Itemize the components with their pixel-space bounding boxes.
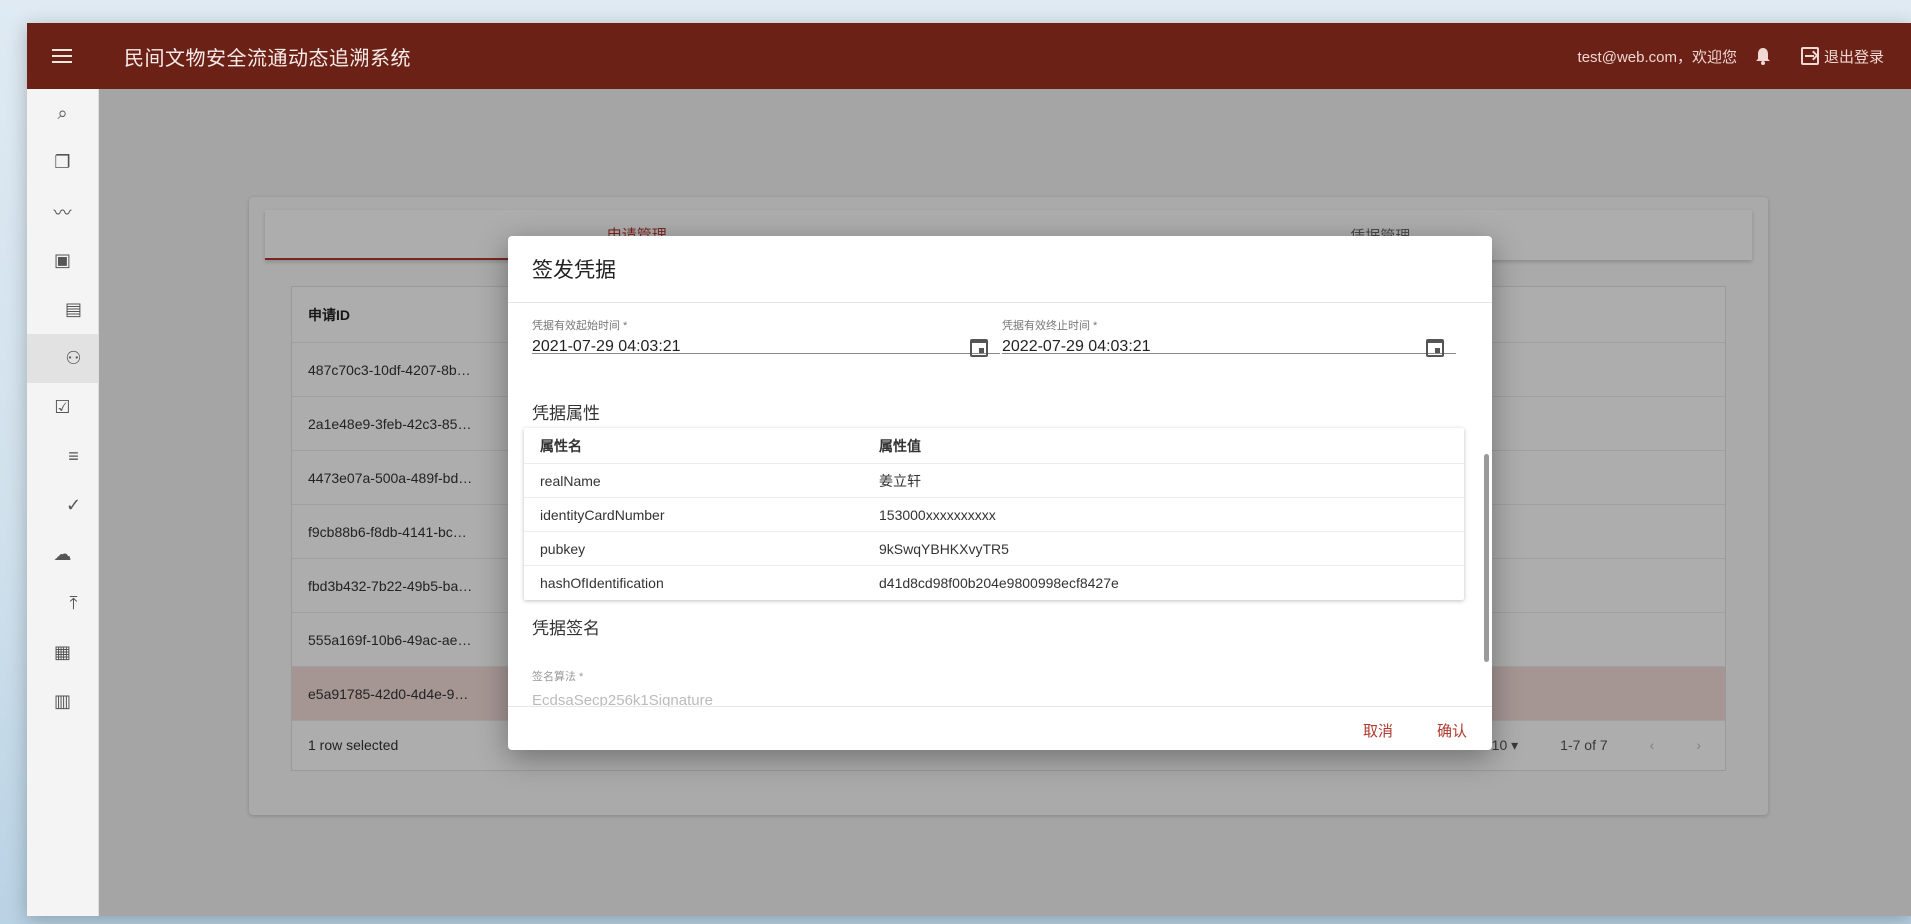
sidebar-item-library[interactable]: ❐ (27, 138, 98, 187)
attribute-row: hashOfIdentification d41d8cd98f00b204e98… (524, 566, 1464, 600)
dialog-scrollbar[interactable] (1484, 454, 1489, 662)
attr-name: identityCardNumber (540, 506, 665, 523)
user-greeting: test@web.com，欢迎您 (1577, 48, 1737, 66)
bell-icon[interactable] (1755, 47, 1771, 65)
logout-label: 退出登录 (1823, 48, 1884, 66)
hamburger-menu-icon[interactable] (52, 49, 72, 63)
sidebar-item-merge[interactable]: ⤒ (27, 579, 98, 628)
logout-icon (1800, 47, 1819, 65)
attributes-header-row: 属性名 属性值 (524, 428, 1464, 464)
column-header-attr-value: 属性值 (879, 437, 921, 454)
end-time-label: 凭据有效终止时间 * (1002, 320, 1098, 332)
attributes-section-title: 凭据属性 (532, 404, 600, 423)
sidebar: ⌕ ❐ 〰 ▣ ▤ ⚇ ☑ ≡ ✓ ☁ ⤒ ▦ ▥ (27, 89, 99, 916)
attr-name: pubkey (540, 540, 586, 557)
grid-icon: ▦ (53, 642, 71, 662)
app-window: 民间文物安全流通动态追溯系统 test@web.com，欢迎您 退出登录 ⌕ ❐… (27, 23, 1911, 916)
signature-algorithm-field[interactable]: 签名算法 * EcdsaSecp256k1Signature (532, 668, 1452, 706)
column-header-attr-name: 属性名 (540, 437, 582, 454)
app-title: 民间文物安全流通动态追溯系统 (124, 47, 411, 70)
sidebar-item-upload[interactable]: ☁ (27, 530, 98, 579)
signature-algorithm-label: 签名算法 * (532, 671, 584, 683)
sidebar-item-document[interactable]: ▤ (27, 285, 98, 334)
signature-section-title: 凭据签名 (532, 619, 600, 638)
sidebar-item-chart[interactable]: ▥ (27, 677, 98, 726)
dialog-title: 签发凭据 (532, 259, 616, 282)
sidebar-item-grid[interactable]: ▦ (27, 628, 98, 677)
app-bar: 民间文物安全流通动态追溯系统 test@web.com，欢迎您 退出登录 (27, 23, 1911, 89)
group-icon: ⚇ (65, 348, 82, 368)
playlist-check-icon: ≡ (68, 446, 79, 466)
attr-name: hashOfIdentification (540, 575, 664, 591)
confirm-button[interactable]: 确认 (1437, 720, 1467, 741)
cancel-button[interactable]: 取消 (1363, 720, 1393, 741)
start-time-field[interactable]: 凭据有效起始时间 * 2021-07-29 04:03:21 (532, 303, 1000, 357)
sidebar-item-search[interactable]: ⌕ (27, 89, 98, 138)
person-check-icon: ✓ (65, 495, 82, 515)
start-time-label: 凭据有效起始时间 * (532, 320, 628, 332)
attr-value: d41d8cd98f00b204e9800998ecf8427e (879, 575, 1119, 591)
library-icon: ❐ (54, 152, 71, 172)
sidebar-item-playlist[interactable]: ≡ (27, 432, 98, 481)
signature-algorithm-value: EcdsaSecp256k1Signature (532, 692, 713, 706)
sidebar-item-clipboard[interactable]: ☑ (27, 383, 98, 432)
attr-value: 9kSwqYBHKXvyTR5 (879, 540, 1009, 557)
end-time-value: 2022-07-29 04:03:21 (1002, 338, 1151, 355)
dialog-body: 凭据有效起始时间 * 2021-07-29 04:03:21 凭据有效终止时间 … (508, 303, 1492, 706)
attr-name: realName (540, 472, 601, 489)
attributes-table: 属性名 属性值 realName 姜立轩 identityCardNumber … (524, 428, 1464, 600)
attribute-row: realName 姜立轩 (524, 464, 1464, 498)
attribute-row: pubkey 9kSwqYBHKXvyTR5 (524, 532, 1464, 566)
attribute-row: identityCardNumber 153000xxxxxxxxxx (524, 498, 1464, 532)
start-time-value: 2021-07-29 04:03:21 (532, 338, 681, 355)
trend-icon: 〰 (53, 202, 72, 223)
calendar-icon[interactable] (970, 339, 988, 357)
attr-value: 153000xxxxxxxxxx (879, 506, 996, 523)
sidebar-item-wallet[interactable]: ▣ (27, 236, 98, 285)
calendar-icon[interactable] (1426, 339, 1444, 357)
sidebar-item-trend[interactable]: 〰 (27, 187, 98, 236)
bar-chart-icon: ▥ (53, 691, 71, 711)
logout-button[interactable]: 退出登录 (1800, 46, 1884, 67)
search-icon: ⌕ (57, 103, 68, 123)
document-icon: ▤ (64, 299, 82, 319)
attr-value: 姜立轩 (879, 472, 921, 489)
sidebar-item-group[interactable]: ⚇ (27, 334, 98, 383)
issue-credential-dialog: 签发凭据 凭据有效起始时间 * 2021-07-29 04:03:21 凭据有效… (508, 236, 1492, 750)
cloud-upload-icon: ☁ (53, 544, 72, 564)
sidebar-item-person-check[interactable]: ✓ (27, 481, 98, 530)
end-time-field[interactable]: 凭据有效终止时间 * 2022-07-29 04:03:21 (1002, 303, 1456, 357)
wallet-icon: ▣ (53, 250, 71, 270)
merge-icon: ⤒ (69, 593, 78, 613)
divider (508, 706, 1492, 707)
clipboard-check-icon: ☑ (54, 397, 71, 417)
